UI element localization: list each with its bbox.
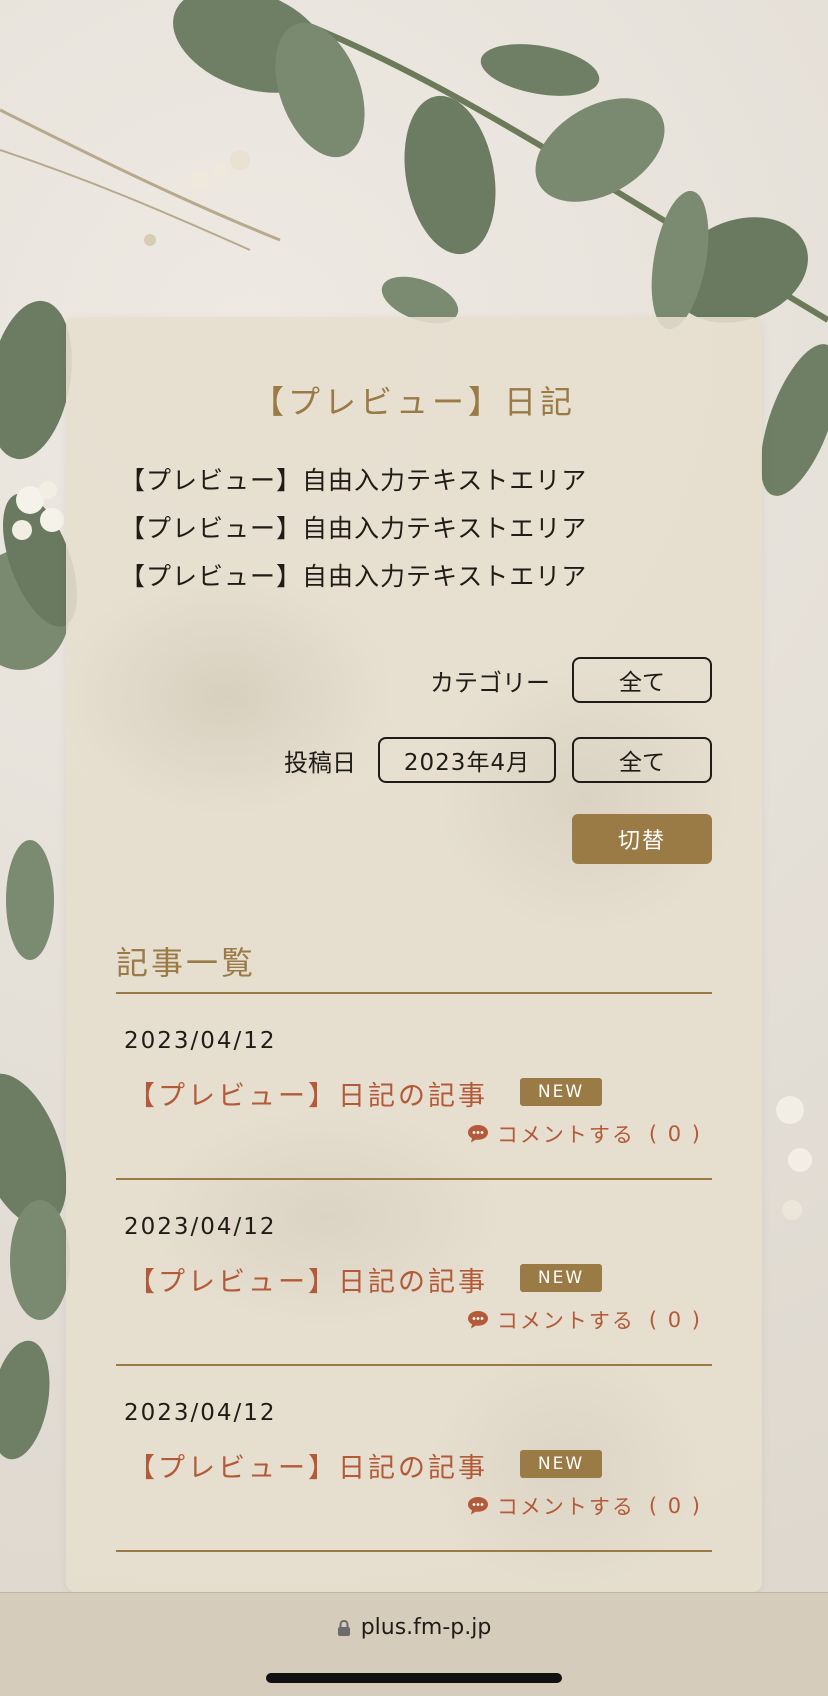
url-text: plus.fm-p.jp <box>360 1615 492 1640</box>
comment-label: コメントする <box>496 1495 635 1519</box>
page-title: 【プレビュー】日記 <box>251 383 576 421</box>
new-badge: NEW <box>520 1264 602 1292</box>
home-indicator[interactable] <box>266 1673 562 1683</box>
article-item: 2023/04/12 【プレビュー】日記の記事 NEW コメントする ( 0 ) <box>116 1180 712 1366</box>
comment-count: 0 <box>667 1494 684 1518</box>
article-date: 2023/04/12 <box>124 1028 277 1054</box>
month-select[interactable]: 2023年4月 <box>378 737 556 783</box>
free-text-line: 【プレビュー】自由入力テキストエリア <box>120 466 588 495</box>
free-text-line: 【プレビュー】自由入力テキストエリア <box>120 514 588 543</box>
article-date: 2023/04/12 <box>124 1400 277 1426</box>
article-item: 2023/04/12 【プレビュー】日記の記事 NEW コメントする ( 0 ) <box>116 994 712 1180</box>
comment-label: コメントする <box>496 1309 635 1333</box>
comment-count: 0 <box>667 1122 684 1146</box>
category-filter-row: カテゴリー 全て <box>430 657 712 703</box>
comment-bubble-icon <box>467 1311 488 1329</box>
comment-count-wrapper: ( 0 ) <box>648 1122 702 1146</box>
free-text-line: 【プレビュー】自由入力テキストエリア <box>120 562 588 591</box>
content-card: 【プレビュー】日記 【プレビュー】自由入力テキストエリア 【プレビュー】自由入力… <box>66 317 762 1592</box>
date-all-select[interactable]: 全て <box>572 737 712 783</box>
comment-bubble-icon <box>467 1497 488 1515</box>
switch-button[interactable]: 切替 <box>572 814 712 864</box>
new-badge: NEW <box>520 1078 602 1106</box>
comment-count-wrapper: ( 0 ) <box>648 1308 702 1332</box>
category-label: カテゴリー <box>430 668 550 697</box>
browser-address-bar: plus.fm-p.jp <box>0 1592 828 1696</box>
comment-link[interactable]: コメントする ( 0 ) <box>467 1119 702 1149</box>
article-title-link[interactable]: 【プレビュー】日記の記事 <box>128 1446 488 1485</box>
comment-link[interactable]: コメントする ( 0 ) <box>467 1491 702 1521</box>
date-label: 投稿日 <box>284 748 356 777</box>
comment-link[interactable]: コメントする ( 0 ) <box>467 1305 702 1335</box>
date-filter-row: 投稿日 2023年4月 全て <box>284 737 712 783</box>
article-list-title: 記事一覧 <box>116 944 257 982</box>
article-date: 2023/04/12 <box>124 1214 277 1240</box>
article-title-link[interactable]: 【プレビュー】日記の記事 <box>128 1260 488 1299</box>
comment-label: コメントする <box>496 1123 635 1147</box>
article-item: 2023/04/12 【プレビュー】日記の記事 NEW コメントする ( 0 ) <box>116 1366 712 1552</box>
article-title-link[interactable]: 【プレビュー】日記の記事 <box>128 1074 488 1113</box>
new-badge: NEW <box>520 1450 602 1478</box>
comment-count-wrapper: ( 0 ) <box>648 1494 702 1518</box>
url-display[interactable]: plus.fm-p.jp <box>0 1615 828 1640</box>
free-text-area: 【プレビュー】自由入力テキストエリア 【プレビュー】自由入力テキストエリア 【プ… <box>120 457 587 601</box>
comment-bubble-icon <box>467 1125 488 1143</box>
lock-icon <box>337 1619 350 1636</box>
category-select[interactable]: 全て <box>572 657 712 703</box>
comment-count: 0 <box>667 1308 684 1332</box>
